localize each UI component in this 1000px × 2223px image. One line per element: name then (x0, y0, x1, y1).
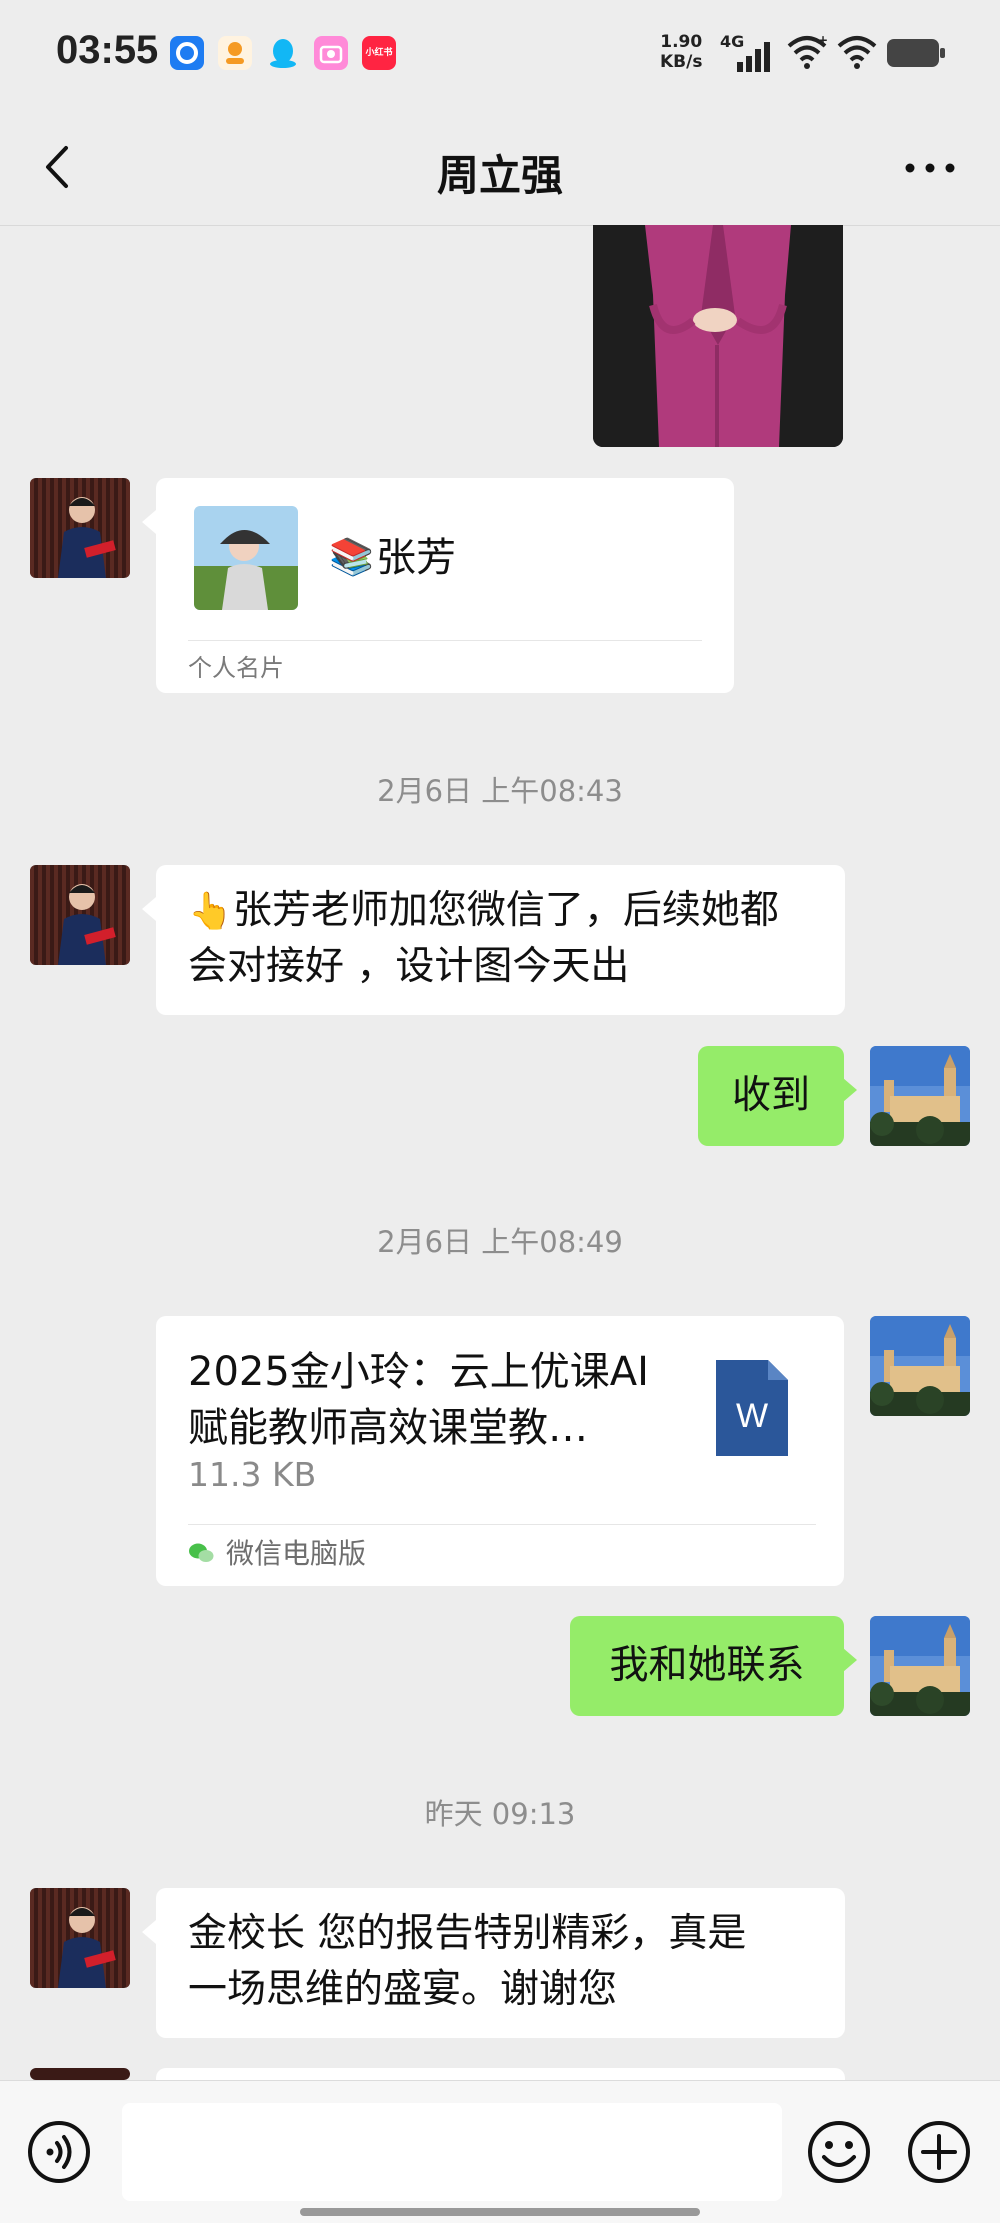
message-text: 张芳老师加您微信了，后续她都 (232, 888, 779, 933)
bubble-tail (843, 1648, 857, 1672)
wifi-icon (837, 36, 877, 69)
text-message[interactable]: 👆张芳老师加您微信了，后续她都 会对接好 ，设计图今天出 (156, 865, 845, 1015)
xiaohongshu-icon: 小红书 (362, 36, 396, 70)
net-speed: 1.90 KB/s (660, 32, 702, 72)
status-time: 03:55 (56, 28, 159, 72)
contact-card-type: 个人名片 (188, 654, 284, 682)
chat-title: 周立强 (436, 151, 563, 200)
divider (188, 640, 702, 641)
camera-icon (314, 36, 348, 70)
svg-text:+: + (818, 34, 828, 47)
contact-card-name: 张芳 (376, 535, 456, 581)
text-message[interactable]: 金校长 您的报告特别精彩，真是 一场思维的盛宴。谢谢您 (156, 1888, 845, 2038)
contact-card-emoji: 📚 (329, 537, 374, 578)
bubble-tail (142, 510, 156, 534)
file-name-line: 2025金小玲：云上优课AI (188, 1349, 649, 1395)
contact-avatar[interactable] (30, 2068, 130, 2080)
battery-icon (887, 39, 945, 67)
photo-woman-coat (593, 225, 843, 447)
contact-card-message[interactable]: 📚 张芳 个人名片 (156, 478, 734, 693)
message-input[interactable] (122, 2103, 782, 2201)
message-text: 一场思维的盛宴。谢谢您 (188, 1967, 618, 2012)
voice-icon[interactable] (26, 2119, 92, 2185)
divider (188, 1524, 816, 1525)
more-dots-icon[interactable] (900, 158, 960, 178)
contact-avatar[interactable] (30, 1888, 130, 1988)
home-indicator[interactable] (300, 2208, 700, 2216)
contact-avatar[interactable] (30, 865, 130, 965)
my-avatar[interactable] (870, 1046, 970, 1146)
bubble-tail (142, 1920, 156, 1944)
message-text: 我和她联系 (609, 1643, 805, 1688)
sent-message[interactable]: 收到 (698, 1046, 844, 1146)
app-orange-icon (218, 36, 252, 70)
point-up-emoji: 👆 (188, 891, 233, 932)
signal-icon (737, 42, 770, 72)
text-message[interactable] (156, 2068, 845, 2080)
bubble-tail (843, 1078, 857, 1102)
status-bar: 03:55 小红书 1.90 KB/s 4G + (0, 0, 1000, 110)
file-source: 微信电脑版 (226, 1537, 367, 1570)
message-text: 金校长 您的报告特别精彩，真是 (188, 1911, 747, 1956)
sent-message[interactable]: 我和她联系 (570, 1616, 844, 1716)
file-size: 11.3 KB (188, 1455, 317, 1494)
message-line: 👆张芳老师加您微信了，后续她都 (188, 883, 779, 940)
my-avatar[interactable] (870, 1616, 970, 1716)
contact-avatar[interactable] (30, 478, 130, 578)
file-name-line: 赋能教师高效课堂教… (188, 1405, 588, 1451)
bubble-tail (142, 897, 156, 921)
qq-icon (266, 36, 300, 70)
my-avatar[interactable] (870, 1316, 970, 1416)
avatar-castle-photo (870, 1046, 970, 1146)
timestamp: 2月6日 上午08:49 (377, 1225, 623, 1259)
app-blue-icon (170, 36, 204, 70)
image-message[interactable] (593, 225, 843, 447)
plus-icon[interactable] (906, 2119, 972, 2185)
word-file-icon: W (716, 1360, 788, 1456)
net-speed-value: 1.90 (660, 32, 703, 52)
timestamp: 2月6日 上午08:43 (377, 774, 623, 808)
file-icon-letter: W (735, 1397, 769, 1435)
timestamp: 昨天 09:13 (424, 1797, 576, 1831)
net-speed-unit: KB/s (660, 52, 703, 72)
emoji-icon[interactable] (806, 2119, 872, 2185)
message-text: 会对接好 ，设计图今天出 (188, 944, 630, 989)
wechat-pc-icon (189, 1543, 214, 1562)
contact-card-avatar (194, 506, 298, 610)
message-text: 收到 (731, 1073, 810, 1118)
chat-header: 周立强 (0, 110, 1000, 226)
input-bar (0, 2080, 1000, 2223)
file-name: 2025金小玲：云上优课AI 赋能教师高效课堂教… (188, 1344, 649, 1456)
wifi-icon: + (787, 34, 828, 69)
file-message[interactable]: 2025金小玲：云上优课AI 赋能教师高效课堂教… 11.3 KB W 微信电脑… (156, 1316, 844, 1586)
avatar-man-photo (30, 478, 130, 578)
